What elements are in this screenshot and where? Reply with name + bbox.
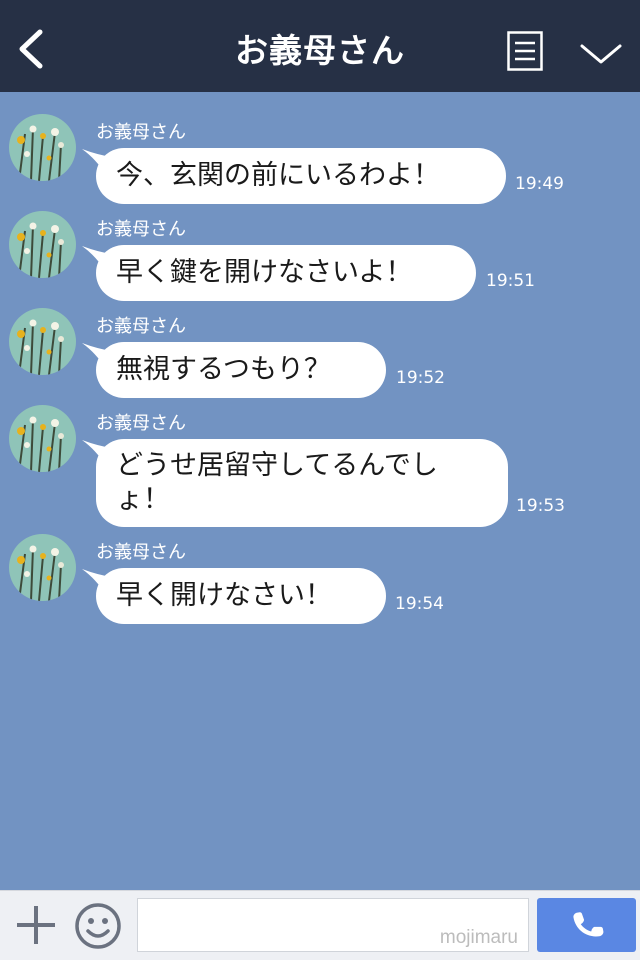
flower-avatar-icon — [9, 534, 76, 601]
message-time: 19:51 — [486, 271, 535, 291]
message-bubble[interactable]: 無視するつもり？ — [96, 342, 386, 398]
flower-avatar-icon — [9, 405, 76, 472]
message-bubble[interactable]: 早く鍵を開けなさいよ！ — [96, 245, 476, 301]
sender-name: お義母さん — [96, 122, 186, 143]
chat-title: お義母さん — [235, 31, 405, 70]
flower-avatar-icon — [9, 211, 76, 278]
message-time: 19:49 — [515, 174, 564, 194]
chevron-down-icon — [580, 44, 622, 64]
message-input[interactable]: mojimaru — [137, 898, 529, 952]
call-button[interactable] — [537, 898, 636, 952]
flower-avatar-icon — [9, 308, 76, 375]
message-text: 無視するつもり？ — [116, 354, 331, 385]
message-time: 19:54 — [395, 594, 444, 614]
plus-icon — [17, 906, 55, 944]
add-attachment-button[interactable] — [14, 903, 58, 947]
chat-area[interactable]: お義母さん 今、玄関の前にいるわよ！ 19:49 お義母さん 早く鍵を開けなさい… — [0, 92, 640, 890]
flower-avatar-icon — [9, 114, 76, 181]
sender-name: お義母さん — [96, 413, 186, 434]
message-time: 19:53 — [516, 496, 565, 516]
avatar[interactable] — [9, 405, 76, 472]
message-text: 今、玄関の前にいるわよ！ — [116, 160, 440, 191]
menu-button[interactable] — [507, 31, 543, 71]
chat-header: お義母さん — [0, 0, 640, 92]
phone-icon — [573, 912, 604, 937]
avatar[interactable] — [9, 211, 76, 278]
smiley-icon — [75, 903, 121, 949]
message-bubble[interactable]: どうせ居留守してるんでし ょ！ — [96, 439, 508, 527]
watermark-text: mojimaru — [439, 927, 518, 948]
dropdown-button[interactable] — [578, 38, 624, 68]
avatar[interactable] — [9, 114, 76, 181]
message-text: ょ！ — [116, 484, 170, 515]
avatar[interactable] — [9, 534, 76, 601]
message-text: 早く鍵を開けなさいよ！ — [116, 257, 413, 288]
sender-name: お義母さん — [96, 542, 186, 563]
menu-lines-icon — [507, 31, 543, 71]
emoji-button[interactable] — [73, 901, 123, 951]
sender-name: お義母さん — [96, 219, 186, 240]
input-bar: mojimaru — [0, 890, 640, 960]
message-text: 早く開けなさい！ — [116, 580, 332, 611]
avatar[interactable] — [9, 308, 76, 375]
message-bubble[interactable]: 今、玄関の前にいるわよ！ — [96, 148, 506, 204]
message-bubble[interactable]: 早く開けなさい！ — [96, 568, 386, 624]
sender-name: お義母さん — [96, 316, 186, 337]
message-time: 19:52 — [396, 368, 445, 388]
message-text: どうせ居留守してるんでし — [116, 450, 438, 481]
